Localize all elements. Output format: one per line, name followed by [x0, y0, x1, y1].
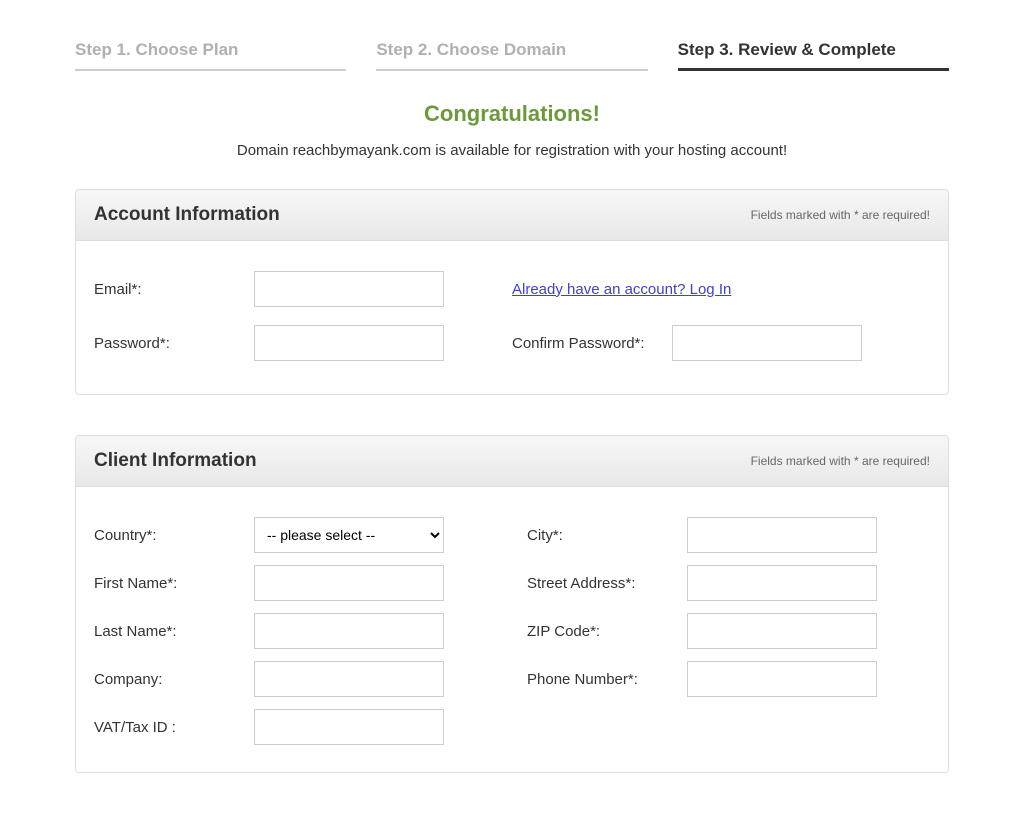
client-panel-body: Country*: -- please select -- First Name…	[76, 487, 948, 772]
company-input[interactable]	[254, 661, 444, 697]
phone-input[interactable]	[687, 661, 877, 697]
city-input[interactable]	[687, 517, 877, 553]
step-2-tab[interactable]: Step 2. Choose Domain	[376, 40, 647, 71]
step-tabs: Step 1. Choose Plan Step 2. Choose Domai…	[75, 40, 949, 71]
zip-input[interactable]	[687, 613, 877, 649]
street-input[interactable]	[687, 565, 877, 601]
country-select[interactable]: -- please select --	[254, 517, 444, 553]
password-input[interactable]	[254, 325, 444, 361]
congrats-title: Congratulations!	[75, 101, 949, 127]
country-label: Country*:	[94, 527, 254, 544]
account-info-panel: Account Information Fields marked with *…	[75, 189, 949, 395]
client-panel-title: Client Information	[94, 450, 257, 472]
email-label: Email*:	[94, 281, 254, 298]
first-name-label: First Name*:	[94, 575, 254, 592]
confirm-password-label: Confirm Password*:	[512, 335, 672, 352]
account-panel-header: Account Information Fields marked with *…	[76, 190, 948, 241]
step-3-tab[interactable]: Step 3. Review & Complete	[678, 40, 949, 71]
vat-input[interactable]	[254, 709, 444, 745]
account-panel-title: Account Information	[94, 204, 280, 226]
step-1-tab[interactable]: Step 1. Choose Plan	[75, 40, 346, 71]
account-required-note: Fields marked with * are required!	[751, 208, 930, 222]
domain-message: Domain reachbymayank.com is available fo…	[75, 142, 949, 159]
email-input[interactable]	[254, 271, 444, 307]
password-label: Password*:	[94, 335, 254, 352]
city-label: City*:	[527, 527, 687, 544]
phone-label: Phone Number*:	[527, 671, 687, 688]
first-name-input[interactable]	[254, 565, 444, 601]
confirm-password-input[interactable]	[672, 325, 862, 361]
client-required-note: Fields marked with * are required!	[751, 454, 930, 468]
congrats-section: Congratulations! Domain reachbymayank.co…	[75, 101, 949, 159]
street-label: Street Address*:	[527, 575, 687, 592]
account-panel-body: Email*: Already have an account? Log In …	[76, 241, 948, 394]
last-name-input[interactable]	[254, 613, 444, 649]
client-info-panel: Client Information Fields marked with * …	[75, 435, 949, 773]
company-label: Company:	[94, 671, 254, 688]
client-panel-header: Client Information Fields marked with * …	[76, 436, 948, 487]
last-name-label: Last Name*:	[94, 623, 254, 640]
vat-label: VAT/Tax ID :	[94, 719, 254, 736]
login-link[interactable]: Already have an account? Log In	[512, 281, 731, 298]
zip-label: ZIP Code*:	[527, 623, 687, 640]
